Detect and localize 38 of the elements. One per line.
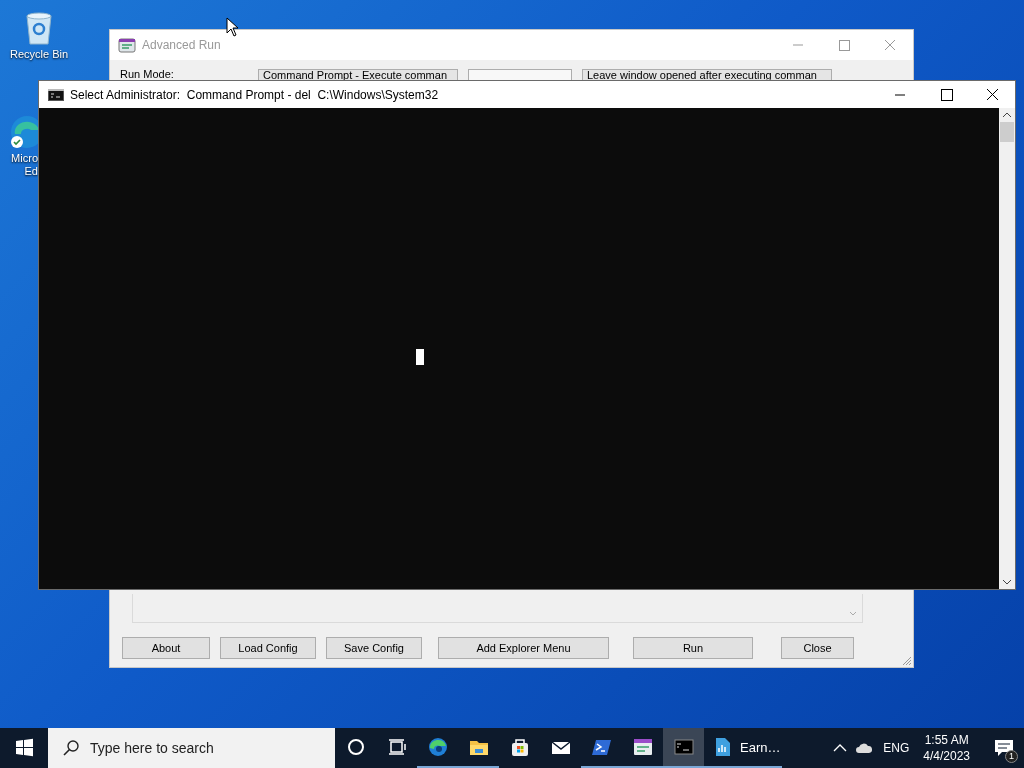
icon-label: Micro [11,152,38,165]
task-view-icon [386,737,407,757]
dialog-button[interactable]: Run [633,637,753,659]
run-mode-dropdown[interactable]: Command Prompt - Execute comman [258,69,458,81]
terminal-icon [591,737,612,757]
shopping-bag-icon [509,737,530,757]
app-window-icon [632,737,653,757]
taskbar-button[interactable] [663,728,704,768]
taskbar-button[interactable]: Earn… [704,728,782,768]
chevron-up-icon[interactable] [833,743,848,753]
scroll-thumb[interactable] [1000,122,1014,142]
circle-icon [345,737,366,757]
text-cursor [416,349,424,365]
language-indicator[interactable]: ENG [883,741,910,755]
window-option-dropdown[interactable]: Leave window opened after executing comman [582,69,832,81]
dialog-button[interactable]: Save Config [326,637,422,659]
window-title: Advanced Run [142,38,222,52]
cloud-icon[interactable] [855,742,874,754]
console-icon [673,737,694,757]
browser-icon [427,737,448,757]
window-title: Select Administrator: Command Prompt - del C:\Windows\System32 [70,87,440,102]
console-icon [48,88,64,101]
scrollbar[interactable] [999,108,1015,589]
dropdown[interactable] [468,69,572,81]
notification-badge: 1 [1005,750,1018,763]
dialog-button[interactable]: Load Config [220,637,316,659]
clock[interactable]: 1:55 AM 4/4/2023 [917,732,976,764]
icon-label: Ed [24,165,38,178]
dialog-button[interactable]: About [122,637,210,659]
notification-icon [994,739,1014,757]
icon-label: Recycle Bin [9,48,69,61]
search-field[interactable]: Type here to search [48,728,335,768]
field-label: Run Mode: [120,69,175,81]
app-icon [118,37,136,53]
resize-grip-icon[interactable] [902,656,912,666]
search-icon [62,739,80,757]
dialog-button[interactable]: Add Explorer Menu [438,637,609,659]
dialog-button[interactable]: Close [781,637,854,659]
